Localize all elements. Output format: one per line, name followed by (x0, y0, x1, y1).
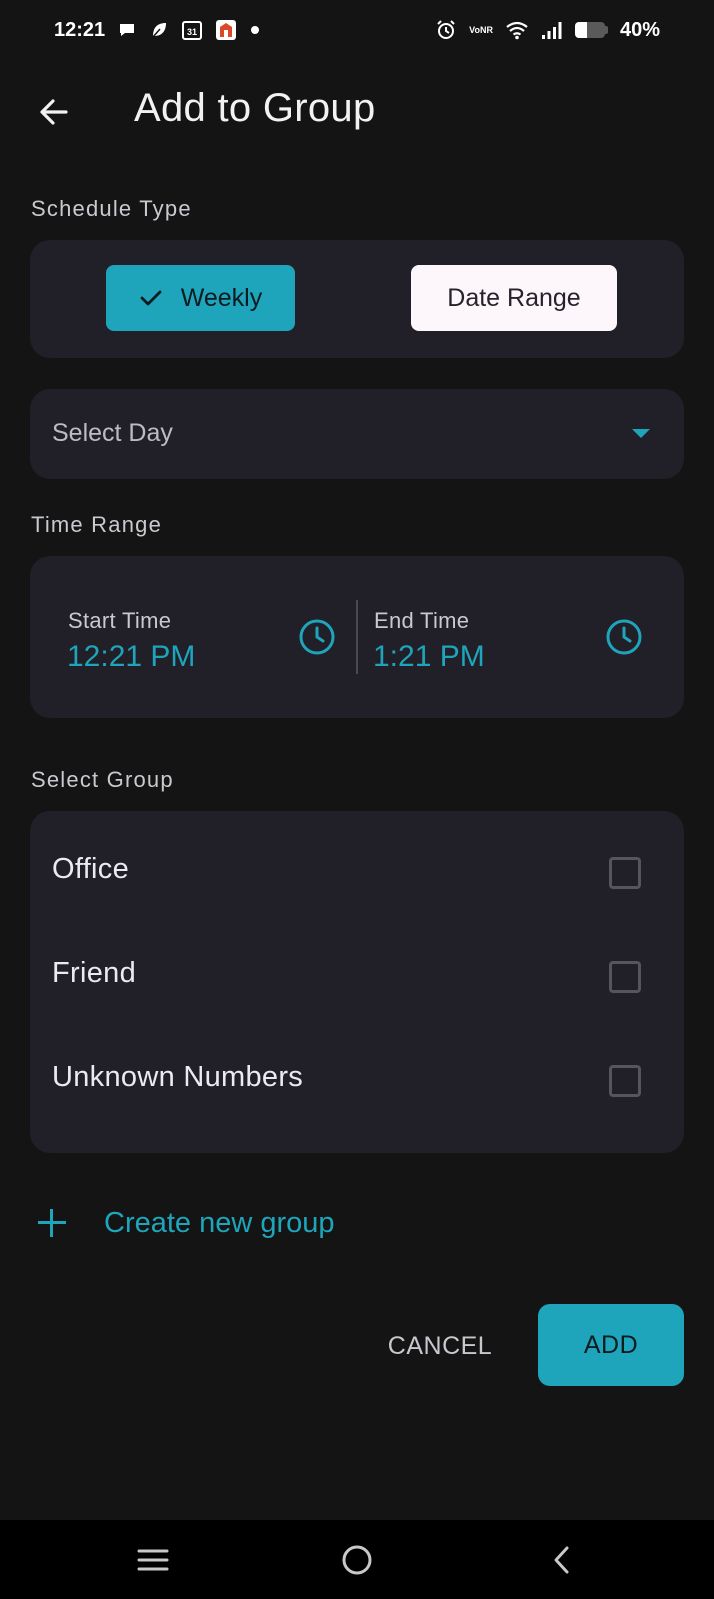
start-time-picker[interactable]: Start Time 12:21 PM (30, 556, 356, 718)
checkmark-icon (140, 290, 162, 306)
date-range-option-button[interactable]: Date Range (411, 265, 617, 331)
group-name: Friend (52, 957, 136, 989)
create-new-group-label: Create new group (104, 1206, 335, 1239)
plus-icon (36, 1207, 68, 1239)
group-row-office[interactable]: Office (30, 821, 684, 925)
vonr-top-text: Vo (469, 24, 480, 35)
start-time-label: Start Time (68, 608, 172, 633)
system-back-button[interactable] (540, 1540, 584, 1580)
clock-icon[interactable] (605, 618, 643, 656)
home-circle-icon (342, 1545, 372, 1575)
select-group-label: Select Group (31, 767, 174, 792)
dropdown-arrow-icon (632, 429, 650, 438)
status-left: 12:21 31 (54, 19, 261, 42)
status-time: 12:21 (54, 18, 106, 41)
system-nav-bar (0, 1520, 714, 1599)
cancel-button[interactable]: CANCEL (370, 1316, 510, 1376)
add-button[interactable]: ADD (538, 1304, 684, 1386)
group-name: Unknown Numbers (52, 1061, 304, 1093)
weekly-option-button[interactable]: Weekly (106, 265, 295, 331)
add-to-group-screen: 12:21 31 Vo NR 40% Add to Group Schedule… (0, 0, 714, 1599)
group-checkbox[interactable] (609, 857, 641, 889)
battery-icon (574, 22, 608, 38)
alarm-icon (435, 19, 457, 41)
weekly-option-label: Weekly (180, 283, 263, 312)
leaf-icon (149, 20, 169, 40)
calendar-icon: 31 (181, 19, 203, 41)
create-new-group-button[interactable]: Create new group (36, 1198, 335, 1248)
group-list-card: Office Friend Unknown Numbers (30, 811, 684, 1153)
home-button[interactable] (335, 1540, 379, 1580)
date-range-option-label: Date Range (447, 283, 581, 312)
page-title: Add to Group (134, 86, 376, 130)
group-row-unknown-numbers[interactable]: Unknown Numbers (30, 1029, 684, 1133)
end-time-label: End Time (374, 608, 470, 633)
arrow-left-icon (40, 99, 68, 125)
end-time-picker[interactable]: End Time 1:21 PM (358, 556, 684, 718)
status-bar: 12:21 31 Vo NR 40% (0, 0, 714, 60)
notification-dot-icon (249, 24, 261, 36)
group-checkbox[interactable] (609, 1065, 641, 1097)
group-row-friend[interactable]: Friend (30, 925, 684, 1029)
app-bar: Add to Group (0, 72, 714, 152)
clock-icon[interactable] (298, 618, 336, 656)
app-notification-icon (215, 19, 237, 41)
schedule-type-card: Weekly Date Range (30, 240, 684, 358)
recent-apps-button[interactable] (131, 1540, 175, 1580)
battery-percent: 40% (619, 18, 660, 41)
menu-icon (137, 1549, 169, 1571)
vonr-indicator: Vo NR (469, 24, 493, 35)
wifi-icon (505, 20, 529, 40)
group-checkbox[interactable] (609, 961, 641, 993)
battery-fill (574, 22, 587, 38)
group-name: Office (52, 853, 130, 885)
select-day-placeholder: Select Day (52, 419, 173, 447)
chat-bubble-icon (117, 20, 137, 40)
schedule-type-label: Schedule Type (31, 196, 192, 221)
calendar-day-text: 31 (187, 27, 197, 37)
time-range-card: Start Time 12:21 PM End Time 1:21 PM (30, 556, 684, 718)
vonr-bottom-text: NR (479, 24, 493, 35)
time-range-label: Time Range (31, 512, 163, 537)
start-time-value: 12:21 PM (67, 640, 196, 673)
chevron-left-icon (554, 1546, 569, 1574)
signal-icon (541, 20, 563, 40)
end-time-value: 1:21 PM (373, 640, 485, 673)
select-day-dropdown[interactable]: Select Day (30, 389, 684, 479)
back-button[interactable] (32, 90, 76, 134)
status-right: Vo NR 40% (435, 19, 660, 42)
